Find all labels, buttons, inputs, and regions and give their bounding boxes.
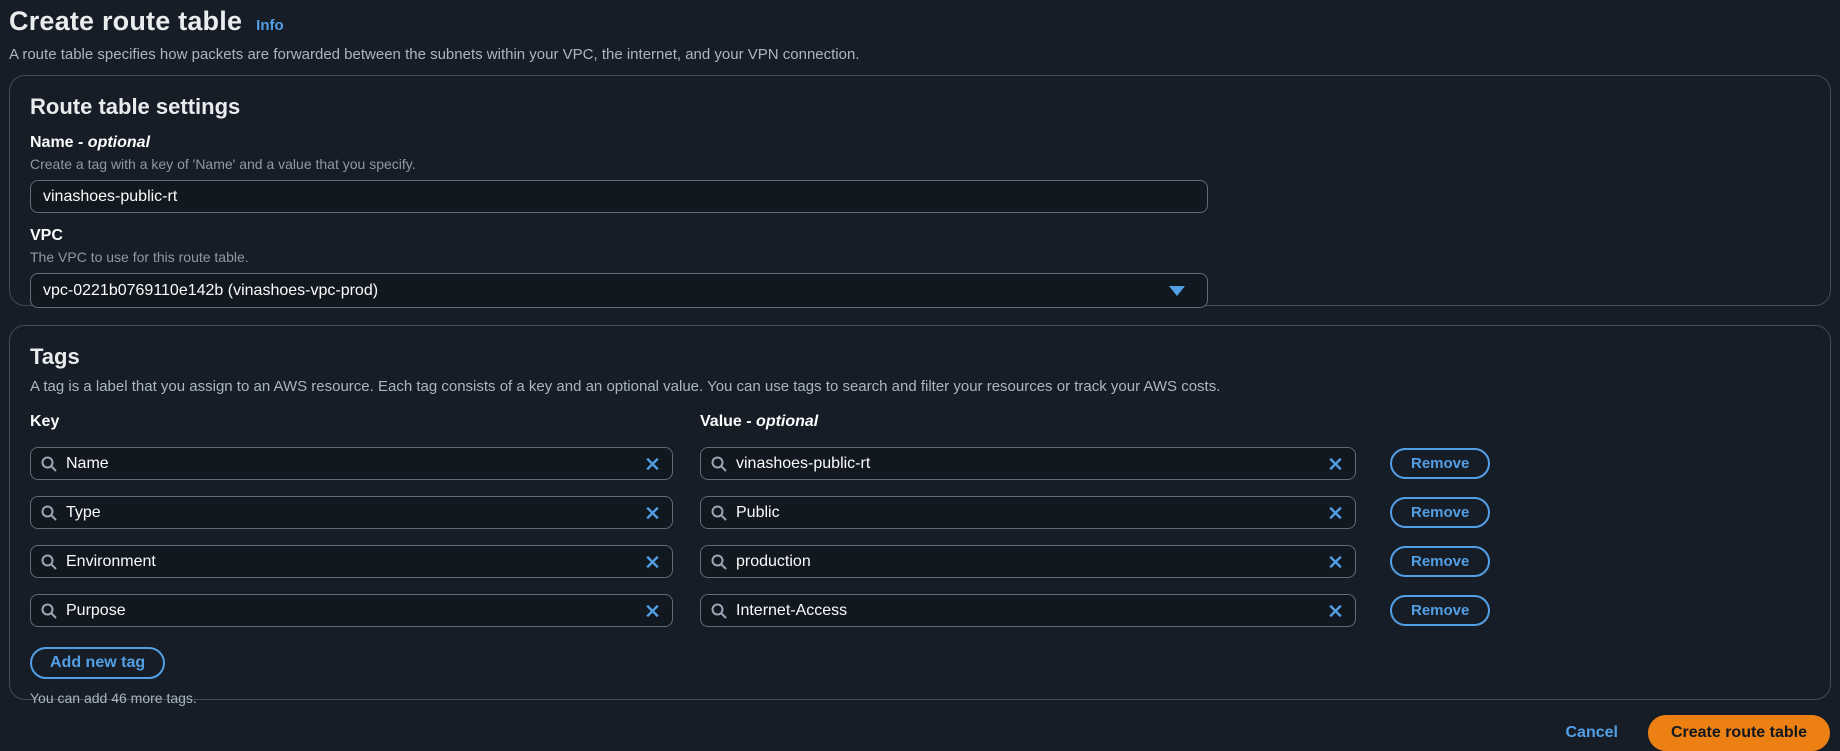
route-table-settings-card: Route table settings Name - optional Cre… [9, 75, 1831, 306]
page-header: Create route table Info A route table sp… [9, 4, 1831, 63]
tag-value-field[interactable] [700, 545, 1356, 578]
search-icon [711, 456, 727, 472]
create-route-table-button[interactable]: Create route table [1648, 715, 1830, 751]
form-actions: Cancel Create route table [9, 715, 1831, 751]
tags-remaining-text: You can add 46 more tags. [30, 690, 1810, 706]
clear-icon[interactable] [642, 453, 663, 474]
tag-value-field[interactable] [700, 594, 1356, 627]
create-route-table-page: Create route table Info A route table sp… [0, 0, 1840, 751]
clear-icon[interactable] [1325, 551, 1346, 572]
page-title: Create route table [9, 6, 242, 37]
value-optional-suffix: - optional [746, 413, 818, 430]
tag-value-input[interactable] [736, 602, 1319, 620]
tag-value-field[interactable] [700, 447, 1356, 480]
value-column-header: Value - optional [700, 413, 1356, 431]
add-new-tag-button[interactable]: Add new tag [30, 647, 165, 679]
vpc-help-text: The VPC to use for this route table. [30, 249, 1810, 265]
chevron-down-icon [1169, 286, 1185, 296]
vpc-selected-value: vpc-0221b0769110e142b (vinashoes-vpc-pro… [43, 282, 378, 300]
search-icon [711, 554, 727, 570]
search-icon [41, 554, 57, 570]
clear-icon[interactable] [642, 600, 663, 621]
remove-tag-button[interactable]: Remove [1390, 448, 1490, 479]
clear-icon[interactable] [1325, 453, 1346, 474]
tag-value-input[interactable] [736, 553, 1319, 571]
info-link[interactable]: Info [256, 17, 284, 34]
key-column-header: Key [30, 413, 673, 431]
tags-description: A tag is a label that you assign to an A… [30, 378, 1810, 395]
tag-key-input[interactable] [66, 455, 636, 473]
name-help-text: Create a tag with a key of 'Name' and a … [30, 156, 1810, 172]
tag-key-field[interactable] [30, 545, 673, 578]
title-row: Create route table Info [9, 6, 1831, 37]
cancel-button[interactable]: Cancel [1561, 718, 1621, 748]
vpc-label: VPC [30, 227, 1810, 245]
search-icon [41, 603, 57, 619]
clear-icon[interactable] [642, 551, 663, 572]
tag-key-input[interactable] [66, 602, 636, 620]
tag-value-input[interactable] [736, 504, 1319, 522]
tags-grid: Key Value - optional Remove [30, 413, 1810, 627]
tags-card: Tags A tag is a label that you assign to… [9, 325, 1831, 700]
remove-tag-button[interactable]: Remove [1390, 595, 1490, 626]
search-icon [711, 505, 727, 521]
tag-key-input[interactable] [66, 553, 636, 571]
search-icon [41, 505, 57, 521]
clear-icon[interactable] [1325, 600, 1346, 621]
vpc-select[interactable]: vpc-0221b0769110e142b (vinashoes-vpc-pro… [30, 273, 1208, 308]
tag-key-field[interactable] [30, 496, 673, 529]
tags-heading: Tags [30, 344, 1810, 370]
settings-heading: Route table settings [30, 94, 1810, 120]
clear-icon[interactable] [1325, 502, 1346, 523]
clear-icon[interactable] [642, 502, 663, 523]
tag-key-input[interactable] [66, 504, 636, 522]
tag-key-field[interactable] [30, 447, 673, 480]
tag-value-input[interactable] [736, 455, 1319, 473]
search-icon [41, 456, 57, 472]
name-label: Name - optional [30, 134, 1810, 152]
page-description: A route table specifies how packets are … [9, 46, 1831, 63]
name-optional-suffix: - optional [78, 134, 150, 151]
search-icon [711, 603, 727, 619]
tag-key-field[interactable] [30, 594, 673, 627]
remove-tag-button[interactable]: Remove [1390, 497, 1490, 528]
name-input[interactable] [30, 180, 1208, 213]
remove-tag-button[interactable]: Remove [1390, 546, 1490, 577]
tag-value-field[interactable] [700, 496, 1356, 529]
